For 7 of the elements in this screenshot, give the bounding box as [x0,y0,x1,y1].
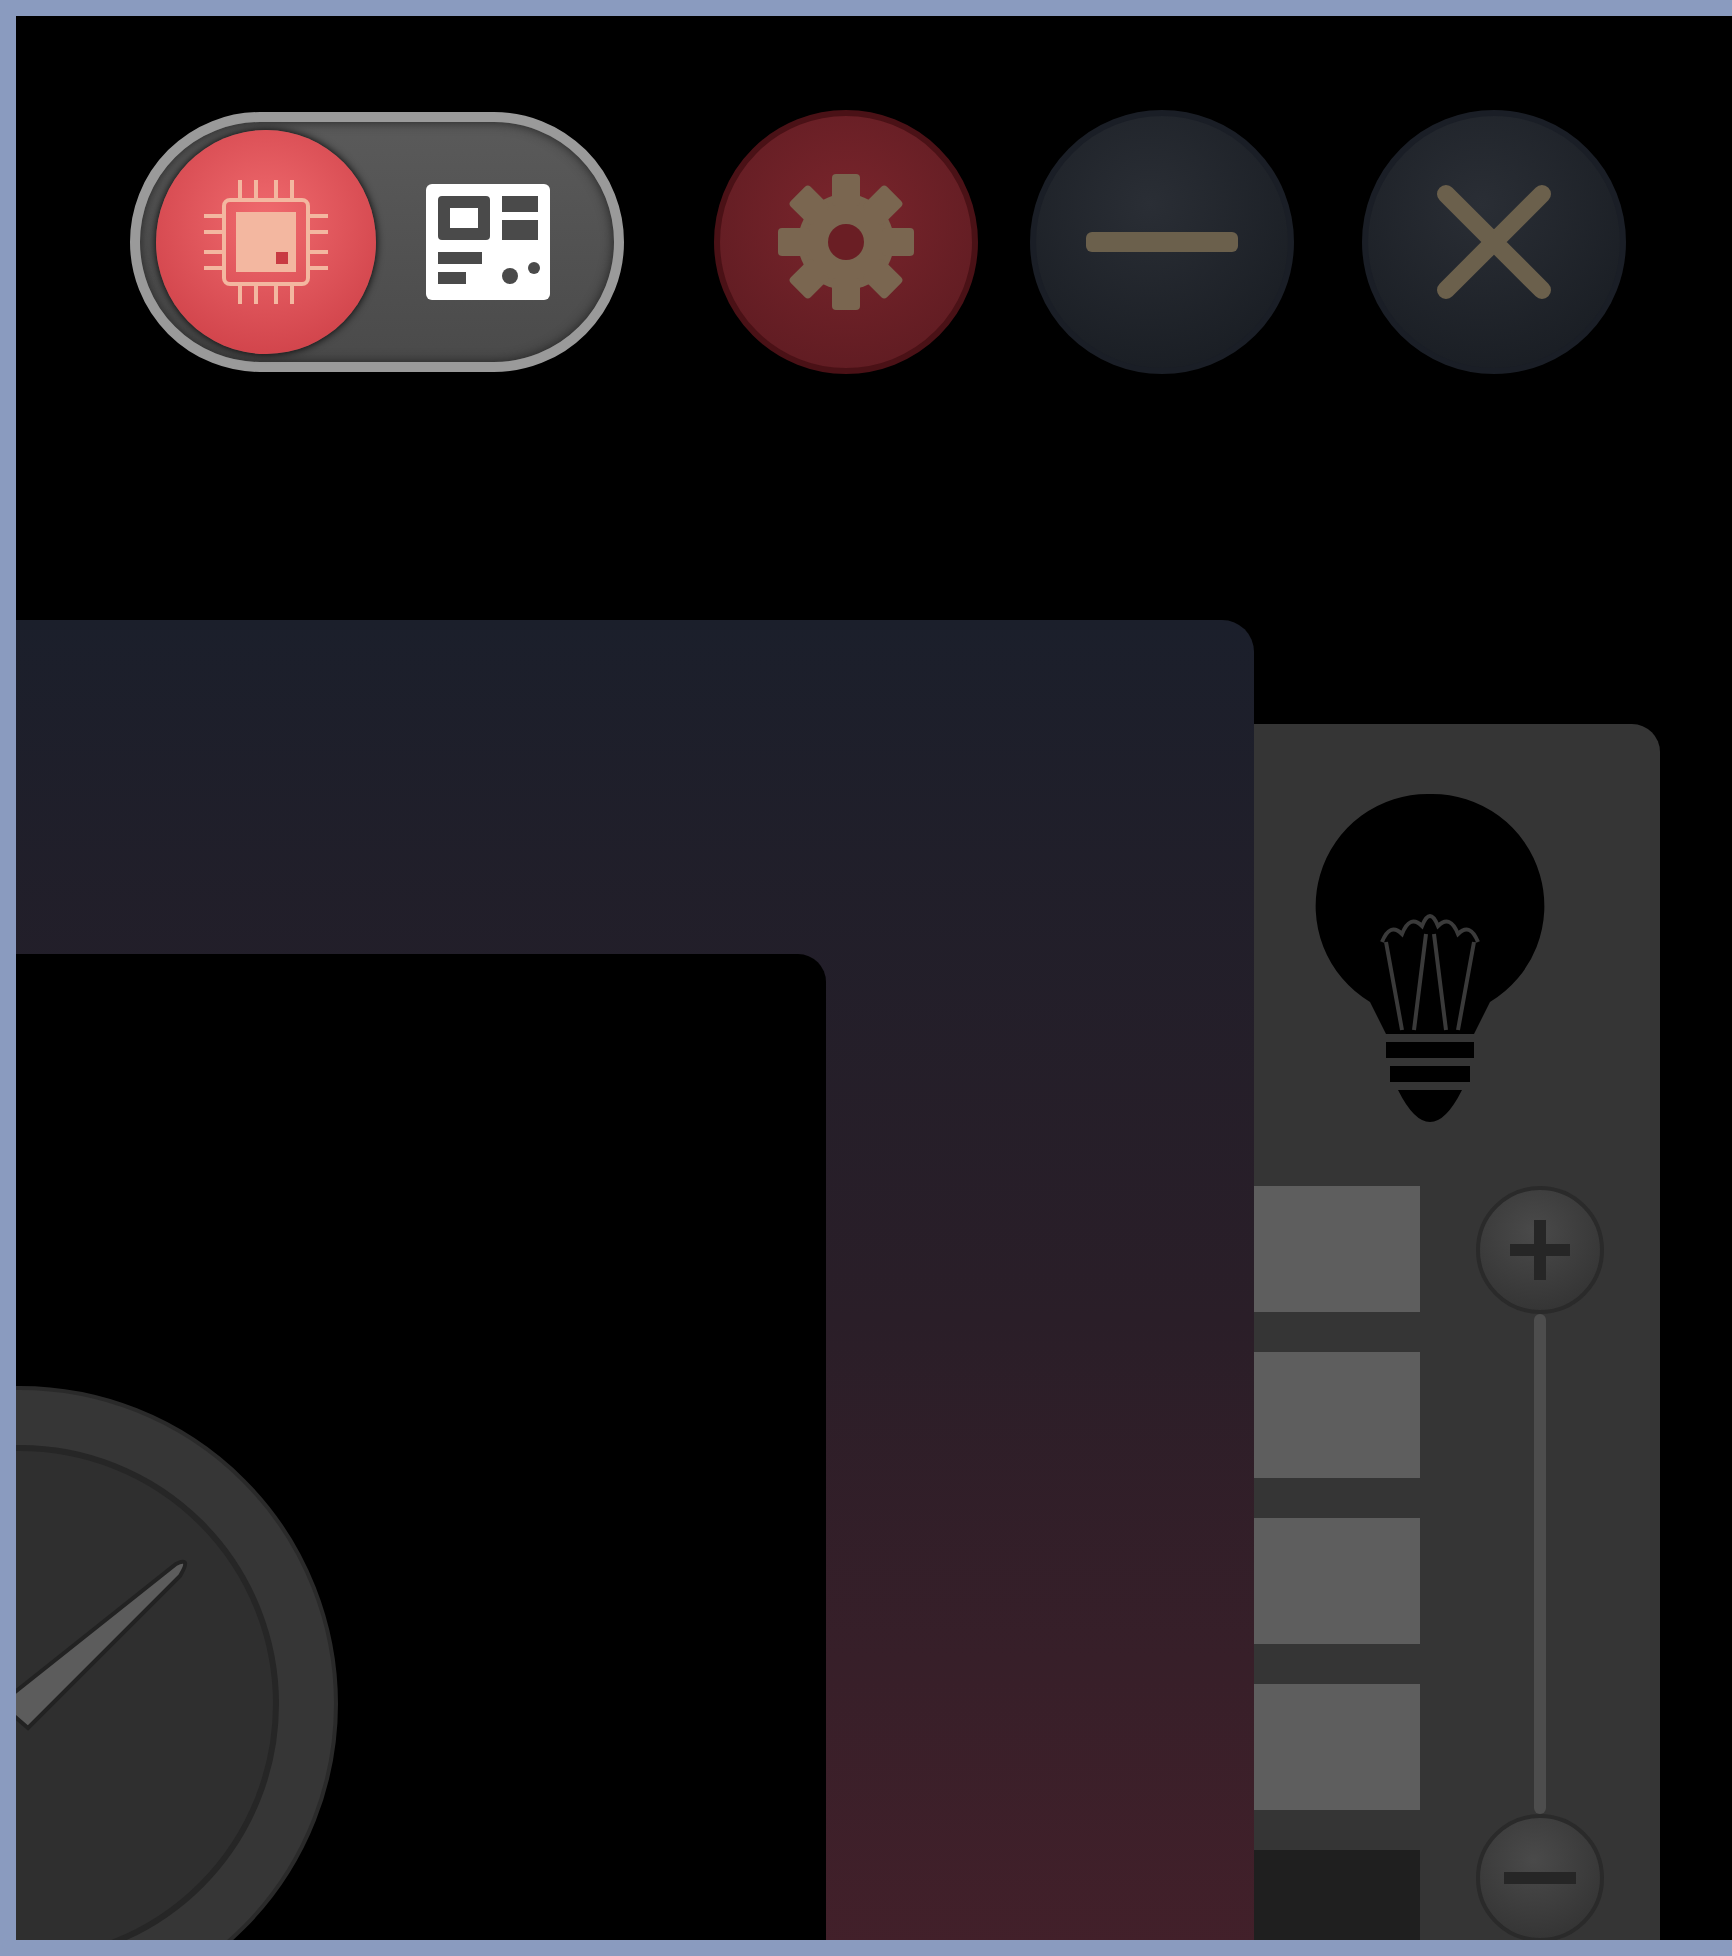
circuit-board-icon [422,180,555,304]
plus-icon [1504,1214,1576,1286]
slider-track[interactable] [1534,1314,1546,1814]
mode-option[interactable] [156,130,375,354]
minus-icon [1504,1870,1576,1886]
minimize-icon [1086,230,1238,254]
close-icon [1434,182,1554,302]
